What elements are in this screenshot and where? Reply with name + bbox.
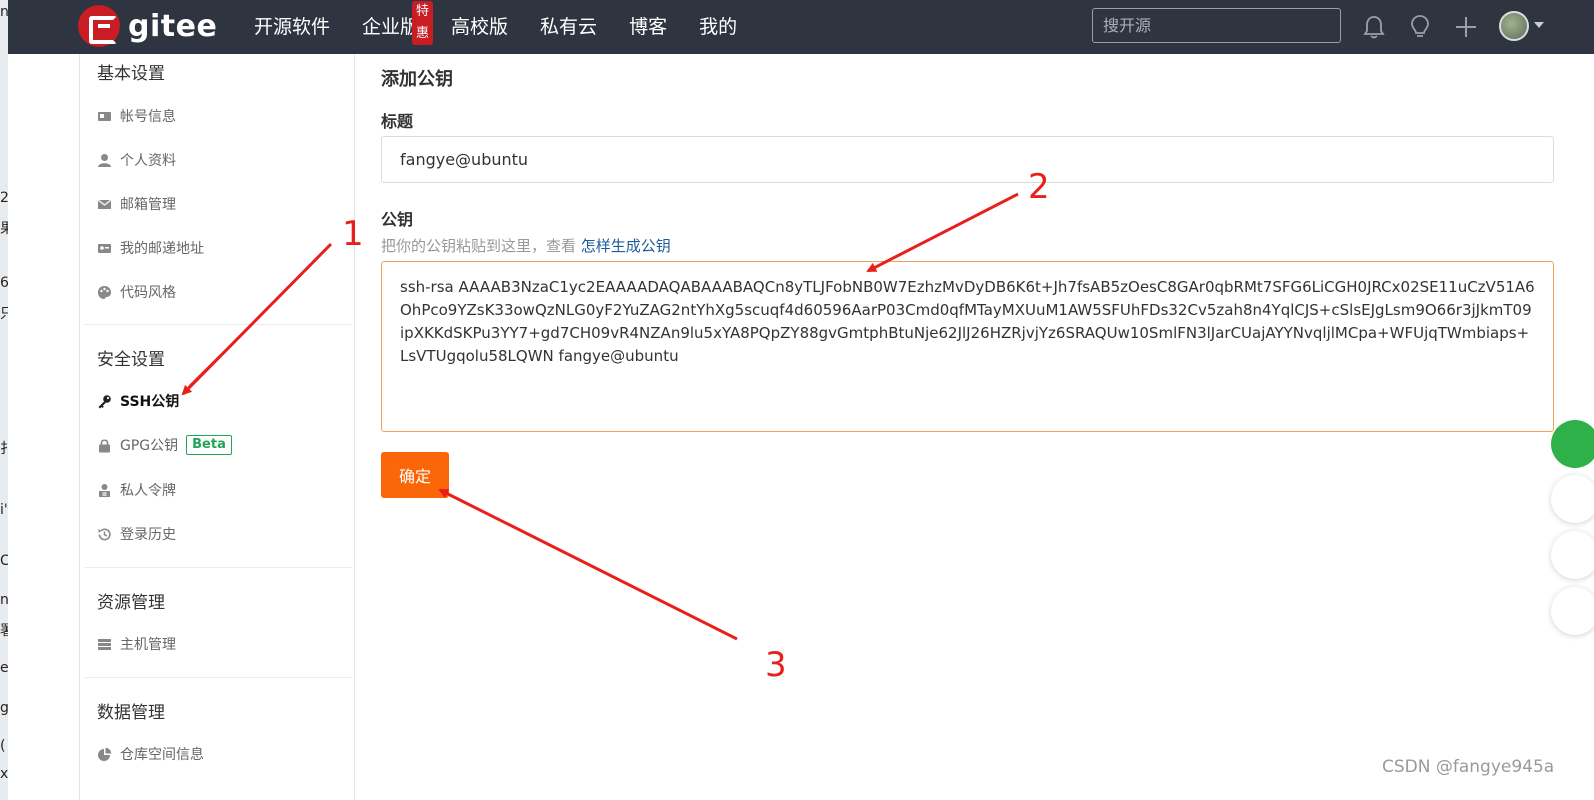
sidebar-divider xyxy=(84,567,352,568)
annotation-label-1: 1 xyxy=(342,214,364,254)
strip-text: 果 xyxy=(0,221,8,237)
gitee-logo[interactable]: gitee xyxy=(78,5,217,47)
strip-text: n xyxy=(0,4,8,20)
floating-action-button[interactable] xyxy=(1551,475,1594,523)
strip-text: 6 xyxy=(0,275,8,291)
sidebar-item-label: 我的邮递地址 xyxy=(120,241,204,257)
user-icon xyxy=(98,153,111,167)
sidebar-section-data: 数据管理 xyxy=(97,703,165,723)
sidebar-item-label: 登录历史 xyxy=(120,527,176,543)
sidebar-item-host-management[interactable]: 主机管理 xyxy=(97,634,176,654)
strip-text: 署 xyxy=(0,623,8,639)
floating-action-button[interactable] xyxy=(1551,587,1594,635)
id-card-icon xyxy=(98,111,111,121)
main-nav: 开源软件 企业版 特惠 高校版 私有云 博客 我的 xyxy=(254,0,769,54)
sidebar-item-label: 私人令牌 xyxy=(120,483,176,499)
annotation-arrow-3-line xyxy=(438,488,738,641)
nav-item-blog[interactable]: 博客 xyxy=(629,0,667,54)
sidebar-section-resources: 资源管理 xyxy=(97,593,165,613)
strip-text: 2 xyxy=(0,190,8,206)
sidebar-item-code-style[interactable]: 代码风格 xyxy=(97,282,176,302)
sidebar-item-label: GPG公钥 xyxy=(120,438,179,454)
sidebar-section-basic: 基本设置 xyxy=(97,64,165,84)
sidebar-item-repo-space[interactable]: 仓库空间信息 xyxy=(97,744,204,764)
sidebar-item-label: 邮箱管理 xyxy=(120,197,176,213)
csdn-watermark: CSDN @fangye945a xyxy=(1382,757,1555,777)
lock-icon xyxy=(99,438,110,452)
sidebar-item-profile[interactable]: 个人资料 xyxy=(97,150,176,170)
floating-chat-button[interactable] xyxy=(1551,420,1594,468)
plus-icon[interactable] xyxy=(1453,14,1479,40)
sidebar-item-label: 主机管理 xyxy=(120,637,176,653)
search-input[interactable] xyxy=(1092,8,1341,43)
bell-icon[interactable] xyxy=(1361,14,1387,40)
sidebar-item-email[interactable]: 邮箱管理 xyxy=(97,194,176,214)
sidebar-section-security: 安全设置 xyxy=(97,350,165,370)
sidebar-item-address[interactable]: 我的邮递地址 xyxy=(97,238,204,258)
sidebar-item-label: 帐号信息 xyxy=(120,109,176,125)
public-key-hint: 把你的公钥粘贴到这里，查看 怎样生成公钥 xyxy=(381,235,671,256)
strip-text: e xyxy=(0,660,8,676)
envelope-icon xyxy=(97,199,112,209)
sidebar-item-label: 代码风格 xyxy=(120,285,176,301)
sidebar-item-gpg-keys[interactable]: GPG公钥 Beta xyxy=(97,435,232,455)
gitee-logo-icon xyxy=(78,5,120,47)
strip-text: n xyxy=(0,592,8,608)
strip-text: C xyxy=(0,553,8,569)
user-avatar[interactable] xyxy=(1499,11,1529,41)
key-icon xyxy=(98,394,111,408)
settings-sidebar: 基本设置 帐号信息 个人资料 邮箱管理 我的邮递地址 代码风格 安全设置 SSH… xyxy=(79,54,355,800)
public-key-field-label: 公钥 xyxy=(381,210,414,229)
sidebar-divider xyxy=(84,324,352,325)
token-icon xyxy=(99,483,110,497)
chevron-down-icon[interactable] xyxy=(1534,22,1544,28)
nav-item-enterprise[interactable]: 企业版 特惠 xyxy=(362,0,434,54)
beta-badge: Beta xyxy=(186,435,232,455)
hint-text: 把你的公钥粘贴到这里，查看 xyxy=(381,237,577,255)
annotation-label-3: 3 xyxy=(765,645,787,685)
annotation-label-2: 2 xyxy=(1028,167,1050,207)
lightbulb-icon[interactable] xyxy=(1407,14,1433,40)
key-title-input[interactable] xyxy=(381,136,1554,183)
strip-text: xt xyxy=(0,766,8,782)
promo-badge: 特惠 xyxy=(412,1,434,45)
strip-text: i' xyxy=(0,502,8,518)
confirm-button[interactable]: 确定 xyxy=(381,452,449,498)
sidebar-item-label: SSH公钥 xyxy=(120,394,180,410)
strip-text: ( xyxy=(0,738,6,754)
annotation-arrow-2-line xyxy=(866,192,1019,273)
pie-chart-icon xyxy=(98,747,112,761)
public-key-textarea[interactable]: ssh-rsa AAAAB3NzaC1yc2EAAAADAQABAAABAQCn… xyxy=(381,261,1554,432)
how-to-generate-key-link[interactable]: 怎样生成公钥 xyxy=(581,237,671,255)
title-field-label: 标题 xyxy=(381,112,414,131)
nav-item-education[interactable]: 高校版 xyxy=(451,0,508,54)
top-navbar: gitee 开源软件 企业版 特惠 高校版 私有云 博客 我的 xyxy=(8,0,1594,54)
strip-text: 扌 xyxy=(0,441,8,457)
background-window-edge: n 2 果 6 只 扌 i' C n 署 e g ( xt xyxy=(0,0,8,800)
floating-action-button[interactable] xyxy=(1551,531,1594,579)
strip-text: 只 xyxy=(0,306,8,322)
nav-item-opensource[interactable]: 开源软件 xyxy=(254,0,330,54)
sidebar-item-ssh-keys[interactable]: SSH公钥 xyxy=(97,391,179,411)
sidebar-item-label: 仓库空间信息 xyxy=(120,747,204,763)
sidebar-item-login-history[interactable]: 登录历史 xyxy=(97,524,176,544)
palette-icon xyxy=(98,285,111,299)
sidebar-item-label: 个人资料 xyxy=(120,153,176,169)
nav-item-mine[interactable]: 我的 xyxy=(699,0,737,54)
history-icon xyxy=(98,527,111,540)
sidebar-item-tokens[interactable]: 私人令牌 xyxy=(97,480,176,500)
strip-text: g xyxy=(0,700,8,716)
address-card-icon xyxy=(98,243,111,253)
nav-item-label: 企业版 xyxy=(362,16,420,38)
sidebar-divider xyxy=(84,677,352,678)
nav-item-private-cloud[interactable]: 私有云 xyxy=(540,0,597,54)
logo-text: gitee xyxy=(128,8,218,44)
page-title: 添加公钥 xyxy=(381,69,453,90)
sidebar-item-account-info[interactable]: 帐号信息 xyxy=(97,106,176,126)
server-icon xyxy=(98,638,111,650)
